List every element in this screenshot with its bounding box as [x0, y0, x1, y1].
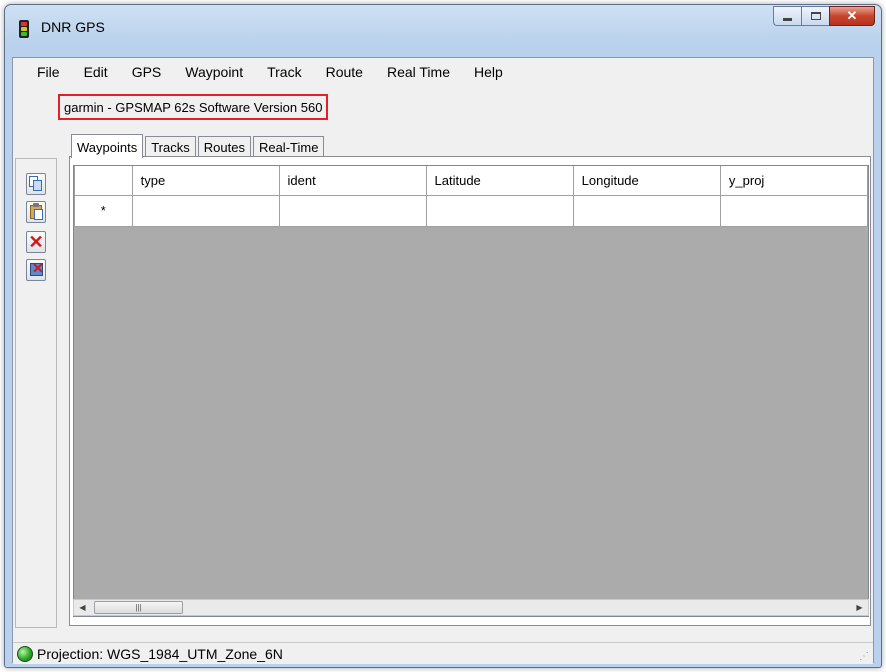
maximize-icon — [810, 12, 821, 20]
scroll-left-arrow-icon[interactable]: ◀ — [74, 600, 91, 615]
cell-latitude[interactable] — [425, 194, 574, 227]
cell-ident[interactable] — [278, 194, 427, 227]
paste-button[interactable] — [26, 201, 46, 223]
menu-edit[interactable]: Edit — [72, 61, 120, 83]
delete-icon: ✕ — [28, 232, 44, 252]
cell-y-proj[interactable] — [719, 194, 868, 227]
traffic-light-app-icon — [19, 20, 29, 38]
cell-type[interactable] — [131, 194, 280, 227]
column-header-y-proj[interactable]: y_proj — [719, 166, 868, 196]
maximize-button[interactable] — [801, 6, 829, 26]
column-header-type[interactable]: type — [131, 166, 280, 196]
caption-buttons: ✕ — [773, 6, 875, 26]
menu-real-time[interactable]: Real Time — [375, 61, 462, 83]
menu-file[interactable]: File — [17, 61, 72, 83]
delete-button[interactable]: ✕ — [26, 231, 46, 253]
menu-route[interactable]: Route — [314, 61, 375, 83]
menu-bar: File Edit GPS Waypoint Track Route Real … — [13, 58, 873, 86]
delete-all-button[interactable]: ✕ — [26, 259, 46, 281]
tab-strip: Waypoints Tracks Routes Real-Time — [71, 133, 326, 158]
minimize-icon — [783, 17, 792, 21]
menu-waypoint[interactable]: Waypoint — [173, 61, 255, 83]
resize-grip-icon[interactable]: ⋰ — [859, 651, 869, 662]
waypoints-grid[interactable]: type ident Latitude Longitude y_proj * — [73, 165, 869, 617]
copy-button[interactable] — [26, 173, 46, 195]
device-info-label: garmin - GPSMAP 62s Software Version 560 — [58, 94, 329, 120]
column-header-longitude[interactable]: Longitude — [572, 166, 721, 196]
title-bar: DNR GPS ✕ — [5, 5, 881, 57]
cell-longitude[interactable] — [572, 194, 721, 227]
main-window: DNR GPS ✕ File Edit GPS Waypoint Track R… — [4, 4, 882, 668]
client-area: File Edit GPS Waypoint Track Route Real … — [12, 57, 874, 664]
menu-gps[interactable]: GPS — [120, 61, 174, 83]
window-title: DNR GPS — [41, 19, 105, 35]
scroll-thumb[interactable]: ||| — [94, 601, 183, 614]
new-row-marker[interactable]: * — [74, 194, 133, 227]
status-indicator-icon — [17, 645, 33, 662]
header-row: type ident Latitude Longitude y_proj — [74, 166, 868, 196]
menu-help[interactable]: Help — [462, 61, 515, 83]
close-button[interactable]: ✕ — [829, 6, 875, 26]
status-bar: Projection: WGS_1984_UTM_Zone_6N ⋰ — [13, 642, 873, 664]
tab-waypoints[interactable]: Waypoints — [71, 134, 144, 158]
table-row: * — [74, 194, 868, 227]
side-toolbar: ✕ ✕ — [15, 158, 57, 628]
status-projection-text: Projection: WGS_1984_UTM_Zone_6N — [37, 645, 283, 662]
minimize-button[interactable] — [773, 6, 801, 26]
close-icon: ✕ — [846, 8, 858, 23]
menu-track[interactable]: Track — [255, 61, 313, 83]
horizontal-scrollbar[interactable]: ◀ ||| ▶ — [73, 599, 869, 616]
column-header-ident[interactable]: ident — [278, 166, 427, 196]
row-header-corner — [74, 166, 133, 196]
tab-tracks[interactable]: Tracks — [145, 136, 196, 157]
tab-routes[interactable]: Routes — [197, 136, 251, 157]
column-header-latitude[interactable]: Latitude — [425, 166, 574, 196]
scroll-right-arrow-icon[interactable]: ▶ — [851, 600, 868, 615]
waypoints-table: type ident Latitude Longitude y_proj * — [74, 166, 868, 227]
tab-real-time[interactable]: Real-Time — [252, 136, 325, 157]
